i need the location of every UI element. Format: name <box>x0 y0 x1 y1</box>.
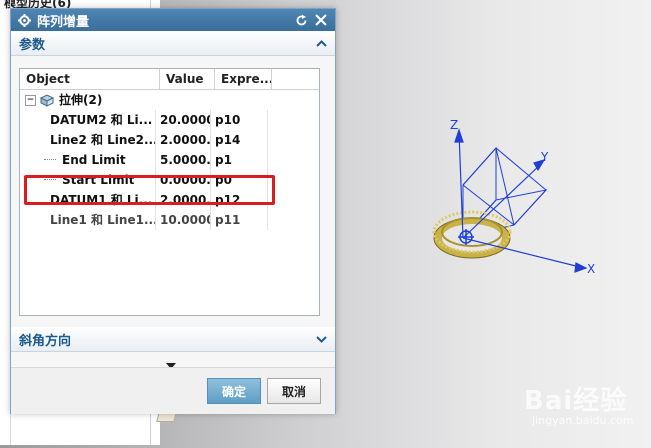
y-axis-label: Y <box>541 150 549 164</box>
angle-direction-section-label: 斜角方向 <box>19 333 72 349</box>
table-row[interactable]: End Limit 5.0000... p1 <box>20 150 319 170</box>
row-object: Line2 和 Line2... <box>50 133 155 147</box>
column-header-blank <box>272 69 319 89</box>
table-row[interactable]: Start Limit 0.0000... p0 <box>20 170 319 190</box>
watermark-brand: Bai经验 <box>524 386 628 416</box>
gear-icon <box>17 13 31 27</box>
angle-direction-section-header[interactable]: 斜角方向 <box>11 327 335 352</box>
row-value: 2.0000... <box>155 130 210 150</box>
column-header-object[interactable]: Object <box>20 69 160 89</box>
watermark-url: jingyan.baidu.com <box>532 414 634 427</box>
row-expression: p0 <box>210 170 267 190</box>
table-row[interactable]: Line2 和 Line2... 2.0000... p14 <box>20 130 319 150</box>
table-row[interactable]: Line1 和 Line1... 10.0000... p11 <box>20 210 319 230</box>
row-expression: p1 <box>210 150 267 170</box>
table-header: Object Value Expre... <box>20 69 319 90</box>
x-axis-arrow <box>574 262 588 273</box>
z-axis-label: Z <box>450 118 459 132</box>
row-value: 0.0000... <box>155 170 210 190</box>
row-value: 20.0000... <box>155 110 210 130</box>
graphics-viewport[interactable]: Z Y X <box>334 0 651 445</box>
reset-icon[interactable] <box>293 12 309 28</box>
params-section-label: 参数 <box>19 37 46 53</box>
x-axis-label: X <box>587 262 596 276</box>
row-value: 2.0000... <box>155 190 210 210</box>
column-header-value[interactable]: Value <box>160 69 215 89</box>
row-object: DATUM2 和 Li... <box>50 113 153 127</box>
chevron-up-icon[interactable] <box>315 38 327 48</box>
row-object: DATUM1 和 Li... <box>50 193 153 207</box>
row-expression: p12 <box>210 190 267 210</box>
dialog-title: 阵列增量 <box>37 14 90 30</box>
column-header-expression[interactable]: Expre... <box>215 69 272 89</box>
dialog-titlebar[interactable]: 阵列增量 <box>11 9 335 31</box>
row-value: 10.0000... <box>155 210 210 230</box>
row-object: Line1 和 Line1... <box>50 213 155 227</box>
more-options-icon[interactable] <box>166 358 176 369</box>
close-icon[interactable] <box>313 12 329 28</box>
row-value: 5.0000... <box>155 150 210 170</box>
row-object: Start Limit <box>62 173 135 187</box>
pattern-increment-dialog: 阵列增量 参数 Object Value Expre... − 拉伸(2) DA… <box>10 8 336 414</box>
row-expression: p10 <box>210 110 267 130</box>
collapse-icon[interactable]: − <box>25 94 36 106</box>
row-expression: p14 <box>210 130 267 150</box>
tree-parent-row[interactable]: − 拉伸(2) <box>20 90 319 110</box>
row-object: End Limit <box>62 153 126 167</box>
expression-table: Object Value Expre... − 拉伸(2) DATUM2 和 L… <box>19 68 320 316</box>
chevron-down-icon[interactable] <box>315 334 327 344</box>
cancel-button[interactable]: 取消 <box>267 378 321 404</box>
tree-parent-label: 拉伸(2) <box>59 93 103 107</box>
dialog-footer: 确定 取消 <box>11 367 335 414</box>
ok-button[interactable]: 确定 <box>207 378 261 404</box>
row-expression: p11 <box>210 210 267 230</box>
extrude-icon <box>39 93 55 107</box>
table-row[interactable]: DATUM2 和 Li... 20.0000... p10 <box>20 110 319 130</box>
params-section-header[interactable]: 参数 <box>11 31 335 56</box>
viewport-graphics <box>432 128 588 273</box>
table-row[interactable]: DATUM1 和 Li... 2.0000... p12 <box>20 190 319 210</box>
